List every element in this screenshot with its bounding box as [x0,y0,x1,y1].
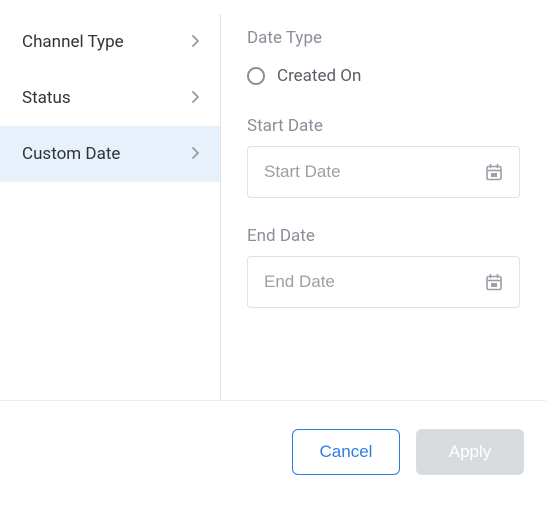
start-date-input[interactable] [264,162,485,182]
sidebar-item-label: Channel Type [22,32,124,52]
sidebar-item-channel-type[interactable]: Channel Type [0,14,220,70]
calendar-icon[interactable] [485,163,503,181]
sidebar-item-status[interactable]: Status [0,70,220,126]
footer-actions: Cancel Apply [0,400,546,475]
filter-panel: Channel Type Status Custom Date Date Typ… [0,0,546,400]
end-date-input[interactable] [264,272,485,292]
apply-button[interactable]: Apply [416,429,524,475]
sidebar-item-label: Custom Date [22,144,120,164]
cancel-button[interactable]: Cancel [292,429,400,475]
calendar-icon[interactable] [485,273,503,291]
chevron-right-icon [192,90,200,106]
radio-icon [247,67,265,85]
chevron-right-icon [192,34,200,50]
end-date-input-wrapper[interactable] [247,256,520,308]
start-date-input-wrapper[interactable] [247,146,520,198]
end-date-label: End Date [247,226,520,246]
sidebar-item-custom-date[interactable]: Custom Date [0,126,220,182]
sidebar: Channel Type Status Custom Date [0,14,221,400]
content-custom-date: Date Type Created On Start Date End Date [221,14,546,400]
radio-created-on[interactable]: Created On [247,66,520,86]
radio-label: Created On [277,66,361,86]
sidebar-item-label: Status [22,88,71,108]
chevron-right-icon [192,146,200,162]
date-type-title: Date Type [247,28,520,48]
start-date-label: Start Date [247,116,520,136]
